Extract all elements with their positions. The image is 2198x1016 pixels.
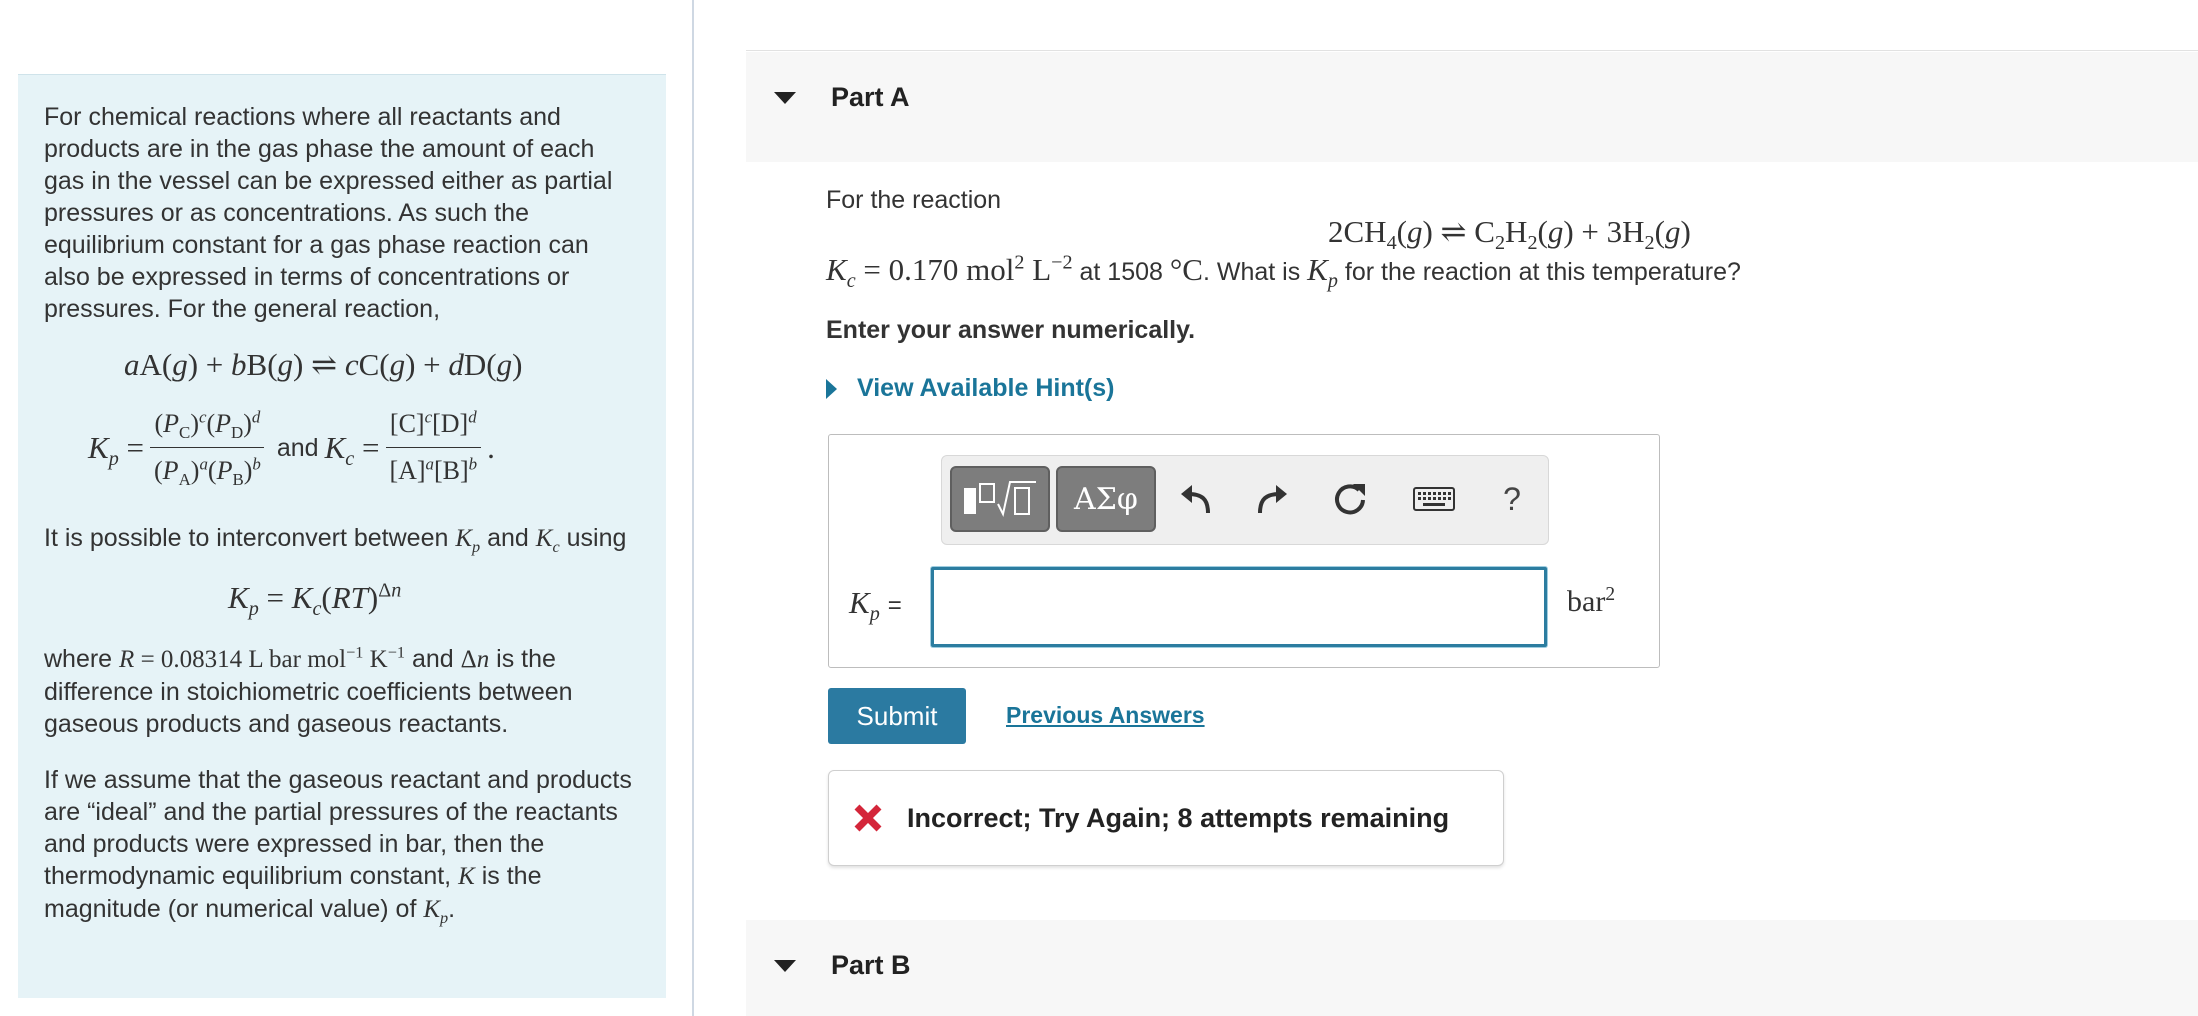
- undo-button[interactable]: [1174, 476, 1218, 522]
- kp-fraction: (PC)c(PD)d (PA)a(PB)b: [150, 407, 265, 488]
- part-b-header[interactable]: Part B: [746, 920, 2198, 1016]
- kc-fraction: [C]c[D]d [A]a[B]b: [385, 407, 481, 488]
- symbols-icon: ΑΣφ: [1074, 481, 1138, 517]
- keyboard-button[interactable]: [1410, 476, 1458, 522]
- intro-paragraph-2: It is possible to interconvert between K…: [44, 524, 627, 556]
- answer-box: ΑΣφ ? Kp = bar2: [828, 434, 1660, 668]
- feedback-text: Incorrect; Try Again; 8 attempts remaini…: [907, 802, 1450, 833]
- feedback-message: Incorrect; Try Again; 8 attempts remaini…: [828, 770, 1504, 866]
- question-intro: For the reaction: [826, 186, 1002, 214]
- collapse-caret-icon[interactable]: [774, 960, 796, 972]
- reset-button[interactable]: [1328, 476, 1372, 522]
- error-x-icon: [853, 803, 883, 833]
- symbols-button[interactable]: ΑΣφ: [1056, 466, 1156, 532]
- redo-button[interactable]: [1250, 476, 1294, 522]
- part-b-title: Part B: [831, 950, 911, 980]
- help-button[interactable]: ?: [1490, 476, 1534, 522]
- kp-label: Kp =: [849, 585, 902, 626]
- general-reaction-equation: aA(g) + bB(g) ⇌ cC(g) + dD(g): [124, 347, 523, 382]
- submit-button[interactable]: Submit: [828, 688, 966, 744]
- undo-icon: [1181, 485, 1210, 514]
- top-divider: [746, 50, 2198, 51]
- collapse-caret-icon[interactable]: [774, 92, 796, 104]
- intro-paragraph-3: where R = 0.08314 L bar mol−1 K−1 and Δn…: [44, 643, 573, 738]
- kc-value: 0.170: [888, 252, 959, 287]
- intro-panel: For chemical reactions where all reactan…: [18, 74, 666, 998]
- math-toolbar: ΑΣφ ?: [941, 455, 1549, 545]
- intro-paragraph-1: For chemical reactions where all reactan…: [44, 103, 613, 323]
- question-kc-line: Kc = 0.170 mol2 L−2 at 1508 °C. What is …: [826, 251, 1741, 293]
- unit-label: bar2: [1567, 584, 1616, 618]
- templates-icon: [964, 481, 1036, 517]
- left-column: For chemical reactions where all reactan…: [0, 0, 694, 1016]
- reset-icon: [1335, 484, 1365, 515]
- keyboard-icon: [1413, 487, 1455, 511]
- previous-answers-link[interactable]: Previous Answers: [1006, 702, 1205, 729]
- reaction-equation: 2CH4(g) ⇌ C2H2(g) + 3H2(g): [1328, 214, 1691, 255]
- intro-paragraph-4: If we assume that the gaseous reactant a…: [44, 766, 632, 927]
- expand-caret-icon: [826, 378, 837, 399]
- view-hints-link[interactable]: View Available Hint(s): [826, 374, 1114, 403]
- kp-kc-relation-equation: Kp = Kc(RT)Δn: [228, 579, 402, 621]
- part-a-header[interactable]: Part A: [746, 52, 2198, 162]
- help-icon: ?: [1503, 480, 1521, 517]
- kp-answer-input[interactable]: [931, 567, 1547, 647]
- part-a-title: Part A: [831, 82, 910, 112]
- answer-instruction: Enter your answer numerically.: [826, 316, 1196, 344]
- redo-icon: [1258, 485, 1287, 514]
- and-text: and: [276, 433, 319, 462]
- kp-kc-definitions: Kp = (PC)c(PD)d (PA)a(PB)b and Kc = [C]c…: [88, 407, 495, 490]
- templates-button[interactable]: [950, 466, 1050, 532]
- view-hints-label: View Available Hint(s): [857, 374, 1115, 402]
